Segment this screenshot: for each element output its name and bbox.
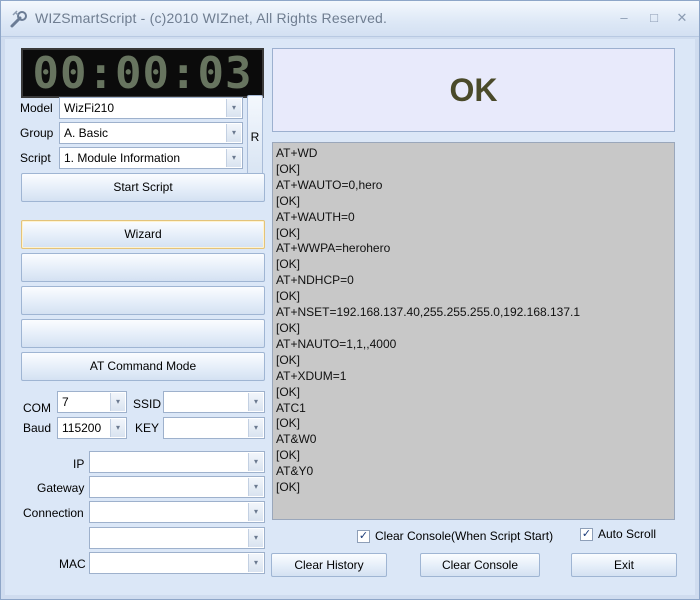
baud-value: 115200 — [62, 421, 102, 435]
console-line: AT&W0 — [276, 432, 317, 447]
chevron-down-icon[interactable]: ▾ — [248, 478, 263, 496]
clear-history-button[interactable]: Clear History — [271, 553, 387, 577]
close-button[interactable]: ✕ — [671, 9, 693, 27]
exit-button[interactable]: Exit — [571, 553, 677, 577]
start-script-button[interactable]: Start Script — [21, 173, 265, 202]
clear-console-on-start-label: Clear Console(When Script Start) — [375, 529, 554, 543]
chevron-down-icon[interactable]: ▾ — [226, 149, 241, 167]
chevron-down-icon[interactable]: ▾ — [248, 554, 263, 572]
group-select[interactable]: A. Basic ▾ — [59, 122, 243, 144]
console-line: [OK] — [276, 448, 301, 463]
model-value: WizFi210 — [64, 101, 115, 115]
console-line: AT+WAUTH=0 — [276, 209, 355, 224]
gateway-label: Gateway — [37, 481, 85, 495]
timer-text: 00:00:03 — [32, 47, 253, 99]
console-line: ATC1 — [276, 400, 306, 415]
timer-display: 00:00:03 — [21, 47, 264, 99]
console-line: [OK] — [276, 384, 301, 399]
baud-select[interactable]: 115200 ▾ — [57, 417, 127, 439]
group-value: A. Basic — [64, 126, 109, 140]
console-line: [OK] — [276, 352, 301, 367]
script-value: 1. Module Information — [64, 151, 181, 165]
console-line: AT+NAUTO=1,1,,4000 — [276, 336, 397, 351]
refresh-button[interactable]: R — [247, 95, 263, 177]
com-value: 7 — [62, 395, 69, 409]
chevron-down-icon[interactable]: ▾ — [248, 503, 263, 521]
checkbox-check-icon[interactable]: ✓ — [580, 527, 593, 541]
console-line: AT+XDUM=1 — [276, 368, 347, 383]
minimize-button[interactable]: – — [613, 9, 635, 27]
group-label: Group — [20, 126, 54, 140]
mac-label: MAC — [59, 557, 86, 571]
auto-scroll-checkbox[interactable]: ✓ Auto Scroll — [580, 527, 656, 541]
console-line: [OK] — [276, 480, 301, 495]
connection-label: Connection — [23, 506, 84, 520]
console-line: [OK] — [276, 225, 301, 240]
wizard-button[interactable]: Wizard — [21, 220, 265, 249]
model-select[interactable]: WizFi210 ▾ — [59, 97, 243, 119]
console-line: AT&Y0 — [276, 464, 314, 479]
chevron-down-icon[interactable]: ▾ — [226, 99, 241, 117]
console-line: [OK] — [276, 161, 301, 176]
key-select[interactable]: ▾ — [163, 417, 265, 439]
client-area: 00:00:03 Model WizFi210 ▾ Group A. Basic… — [5, 39, 695, 595]
com-label: COM — [23, 401, 51, 415]
chevron-down-icon[interactable]: ▾ — [248, 529, 263, 547]
status-panel: OK — [272, 48, 675, 132]
ip-label: IP — [73, 457, 85, 471]
key-label: KEY — [135, 421, 160, 435]
chevron-down-icon[interactable]: ▾ — [226, 124, 241, 142]
chevron-down-icon[interactable]: ▾ — [110, 393, 125, 411]
console-line: AT+WWPA=herohero — [276, 241, 391, 256]
com-select[interactable]: 7 ▾ — [57, 391, 127, 413]
chevron-down-icon[interactable]: ▾ — [248, 419, 263, 437]
console-line: [OK] — [276, 257, 301, 272]
clear-console-button[interactable]: Clear Console — [420, 553, 540, 577]
window-title: WIZSmartScript - (c)2010 WIZnet, All Rig… — [35, 10, 388, 26]
at-command-mode-button[interactable]: AT Command Mode — [21, 352, 265, 381]
ip-select[interactable]: ▾ — [89, 451, 265, 473]
maximize-button[interactable]: □ — [643, 9, 665, 27]
ssid-select[interactable]: ▾ — [163, 391, 265, 413]
title-bar: WIZSmartScript - (c)2010 WIZnet, All Rig… — [1, 1, 699, 37]
console-line: [OK] — [276, 193, 301, 208]
blank-button-3[interactable] — [21, 319, 265, 348]
console-output[interactable]: AT+WD [OK] AT+WAUTO=0,hero [OK] AT+WAUTH=0 [O… — [272, 142, 675, 520]
script-label: Script — [20, 151, 51, 165]
console-line: [OK] — [276, 416, 301, 431]
console-line: AT+WD — [276, 146, 318, 160]
baud-label: Baud — [23, 421, 52, 435]
connection-select[interactable]: ▾ — [89, 501, 265, 523]
console-line: AT+NDHCP=0 — [276, 273, 354, 288]
console-line: [OK] — [276, 289, 301, 304]
model-label: Model — [20, 101, 53, 115]
chevron-down-icon[interactable]: ▾ — [248, 393, 263, 411]
blank-button-2[interactable] — [21, 286, 265, 315]
clear-console-on-start-checkbox[interactable]: ✓ Clear Console(When Script Start) — [357, 529, 553, 543]
console-line: AT+WAUTO=0,hero — [276, 177, 383, 192]
status-text: OK — [449, 71, 498, 108]
blank-button-1[interactable] — [21, 253, 265, 282]
chevron-down-icon[interactable]: ▾ — [110, 419, 125, 437]
ssid-label: SSID — [133, 397, 162, 411]
console-line: [OK] — [276, 320, 301, 335]
chevron-down-icon[interactable]: ▾ — [248, 453, 263, 471]
script-select[interactable]: 1. Module Information ▾ — [59, 147, 243, 169]
mac-select[interactable]: ▾ — [89, 552, 265, 574]
extra-select[interactable]: ▾ — [89, 527, 265, 549]
auto-scroll-label: Auto Scroll — [598, 527, 657, 541]
gateway-select[interactable]: ▾ — [89, 476, 265, 498]
app-window: WIZSmartScript - (c)2010 WIZnet, All Rig… — [0, 0, 700, 600]
checkbox-check-icon[interactable]: ✓ — [357, 529, 370, 543]
wrench-app-icon — [10, 10, 27, 28]
console-line: AT+NSET=192.168.137.40,255.255.255.0,192… — [276, 305, 581, 320]
